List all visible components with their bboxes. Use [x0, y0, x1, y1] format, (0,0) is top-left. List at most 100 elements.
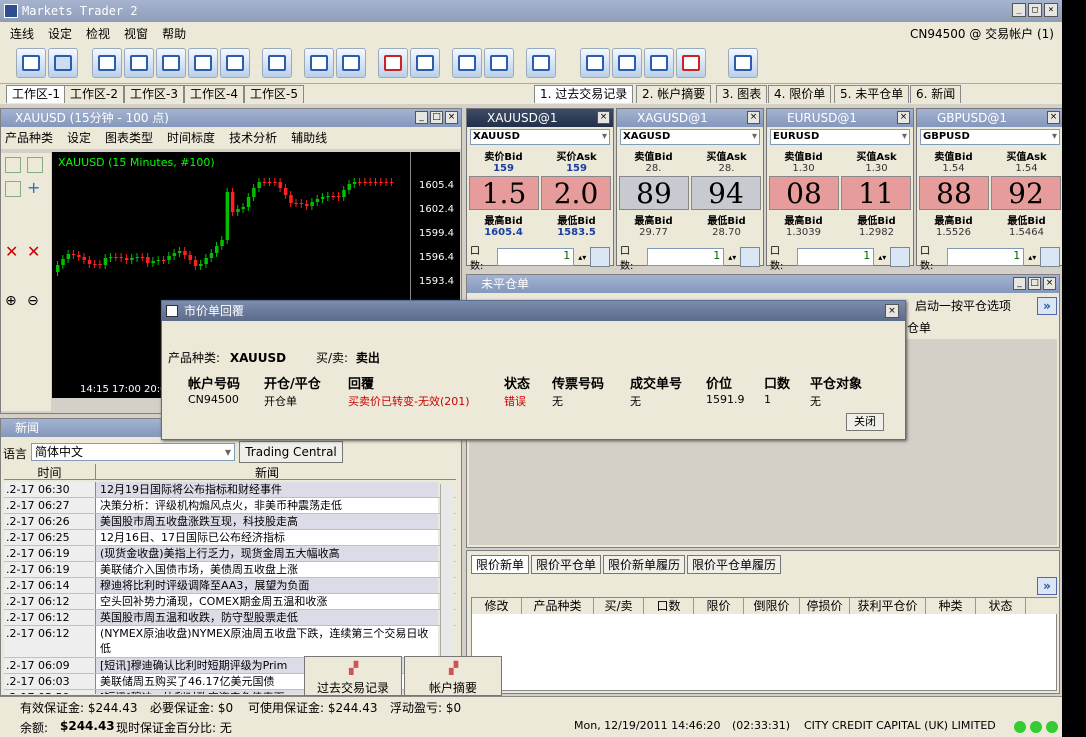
- news-row[interactable]: .2-17 06:30 12月19日国际将公布指标和财经事件: [4, 482, 456, 498]
- menu-view[interactable]: 检视: [86, 25, 110, 42]
- trade-history-float-button[interactable]: ▞ 过去交易记录: [304, 656, 402, 696]
- tab-account-summary[interactable]: 2. 帐户摘要: [636, 85, 712, 103]
- chart-icon[interactable]: [378, 48, 408, 78]
- sell-price-button[interactable]: 88: [919, 176, 989, 210]
- chart-close-button[interactable]: ×: [445, 111, 458, 124]
- buy-price-button[interactable]: 2.0: [541, 176, 611, 210]
- tab-trade-history[interactable]: 1. 过去交易记录: [534, 85, 634, 103]
- qty-input[interactable]: 1: [797, 248, 875, 266]
- quote-close-button[interactable]: ×: [897, 111, 910, 124]
- news-scrollbar[interactable]: [440, 484, 454, 684]
- tab-workspace-3[interactable]: 工作区-3: [124, 85, 184, 103]
- sell-price-button[interactable]: 89: [619, 176, 689, 210]
- menu-help[interactable]: 帮助: [162, 25, 186, 42]
- news-row[interactable]: .2-17 06:12 (NYMEX原油收盘)NYMEX原油周五收盘下跌，连续第三…: [4, 626, 456, 658]
- report-icon[interactable]: [410, 48, 440, 78]
- limit-col-header[interactable]: 口数: [644, 598, 694, 614]
- chart-shortcut-icon[interactable]: [740, 247, 761, 267]
- refresh-icon[interactable]: [262, 48, 292, 78]
- positions-minimize-button[interactable]: _: [1013, 277, 1026, 290]
- symbol-select[interactable]: EURUSD: [770, 129, 910, 145]
- sell-price-button[interactable]: 08: [769, 176, 839, 210]
- chart-shortcut-icon[interactable]: [590, 247, 611, 267]
- chart-shortcut-icon[interactable]: [1040, 247, 1061, 267]
- chart-menu-type[interactable]: 图表类型: [105, 127, 153, 149]
- qty-input[interactable]: 1: [947, 248, 1025, 266]
- calculator-icon[interactable]: [336, 48, 366, 78]
- minimize-button[interactable]: _: [1012, 3, 1026, 17]
- language-select[interactable]: 简体中文 ▾: [31, 443, 235, 461]
- tab-workspace-1[interactable]: 工作区-1: [6, 85, 66, 103]
- crosshair-icon[interactable]: +: [27, 180, 43, 197]
- bar-tool-icon[interactable]: [27, 157, 43, 173]
- close-all-icon[interactable]: [676, 48, 706, 78]
- list-icon[interactable]: [16, 48, 46, 78]
- limit-col-header[interactable]: 停损价: [800, 598, 850, 614]
- book-icon[interactable]: [92, 48, 122, 78]
- tab-limit-new[interactable]: 限价新单: [471, 555, 530, 574]
- positions-close-button[interactable]: ×: [1043, 277, 1056, 290]
- limit-col-header[interactable]: 倒限价: [744, 598, 800, 614]
- news-row[interactable]: .2-17 06:25 12月16日、17日国际已公布经济指标: [4, 530, 456, 546]
- trading-central-button[interactable]: Trading Central: [239, 441, 343, 463]
- news-row[interactable]: .2-17 06:14 穆迪将比利时评级调降至AA3，展望为负面: [4, 578, 456, 594]
- flag-icon[interactable]: [156, 48, 186, 78]
- limit-col-header[interactable]: 买/卖: [594, 598, 644, 614]
- qty-input[interactable]: 1: [647, 248, 725, 266]
- limit-col-header[interactable]: 获利平仓价: [850, 598, 926, 614]
- tab-workspace-2[interactable]: 工作区-2: [64, 85, 124, 103]
- tab-workspace-5[interactable]: 工作区-5: [244, 85, 304, 103]
- calc-ops-icon[interactable]: [526, 48, 556, 78]
- tab-limit-close-history[interactable]: 限价平仓单履历: [687, 555, 782, 574]
- news-row[interactable]: .2-17 06:12 空头回补势力涌现，COMEX期金周五温和收涨: [4, 594, 456, 610]
- dialog-close-button[interactable]: 关闭: [846, 413, 884, 431]
- chart-menu-lines[interactable]: 辅助线: [291, 127, 327, 149]
- buy-price-button[interactable]: 92: [991, 176, 1061, 210]
- quote-close-button[interactable]: ×: [1047, 111, 1060, 124]
- zoom-out-icon[interactable]: ⊖: [27, 293, 43, 309]
- zoom-in-icon[interactable]: ⊕: [5, 293, 21, 309]
- tools-icon[interactable]: [452, 48, 482, 78]
- quote-close-button[interactable]: ×: [597, 111, 610, 124]
- account-summary-float-button[interactable]: ▞ 帐户摘要: [404, 656, 502, 696]
- search-icon[interactable]: [728, 48, 758, 78]
- limit-col-header[interactable]: 状态: [976, 598, 1026, 614]
- minimize-all-icon[interactable]: [644, 48, 674, 78]
- close-button[interactable]: ×: [1044, 3, 1058, 17]
- maximize-button[interactable]: □: [1028, 3, 1042, 17]
- chart-maximize-button[interactable]: □: [430, 111, 443, 124]
- tab-workspace-4[interactable]: 工作区-4: [184, 85, 244, 103]
- news-row[interactable]: .2-17 06:12 英国股市周五温和收跌，防守型股票走低: [4, 610, 456, 626]
- qty-stepper-icon[interactable]: ▴▾: [878, 253, 886, 262]
- limit-expand-icon[interactable]: »: [1037, 577, 1057, 595]
- tab-news[interactable]: 6. 新闻: [910, 85, 962, 103]
- sell-price-button[interactable]: 1.5: [469, 176, 539, 210]
- signal-icon[interactable]: [484, 48, 514, 78]
- user-icon[interactable]: [220, 48, 250, 78]
- delete-icon[interactable]: ✕: [5, 244, 21, 261]
- news-row[interactable]: .2-17 06:26 美国股市周五收盘涨跌互现，科技股走高: [4, 514, 456, 530]
- symbol-select[interactable]: GBPUSD: [920, 129, 1060, 145]
- menu-settings[interactable]: 设定: [48, 25, 72, 42]
- chart-menu-timescale[interactable]: 时间标度: [167, 127, 215, 149]
- calendar-icon[interactable]: [124, 48, 154, 78]
- qty-stepper-icon[interactable]: ▴▾: [728, 253, 736, 262]
- price-board-icon[interactable]: [48, 48, 78, 78]
- limit-col-header[interactable]: 修改: [472, 598, 522, 614]
- symbol-select[interactable]: XAUUSD: [470, 129, 610, 145]
- limit-col-header[interactable]: 产品种类: [522, 598, 594, 614]
- qty-input[interactable]: 1: [497, 248, 575, 266]
- chart-menu-product[interactable]: 产品种类: [5, 127, 53, 149]
- news-row[interactable]: .2-17 06:19 (现货金收盘)美指上行乏力，现货金周五大幅收高: [4, 546, 456, 562]
- delete-all-icon[interactable]: ✕: [27, 244, 43, 261]
- edit-icon[interactable]: [304, 48, 334, 78]
- tab-open-positions[interactable]: 5. 未平仓单: [834, 85, 910, 103]
- chart-menu-settings[interactable]: 设定: [67, 127, 91, 149]
- layout-icon[interactable]: [580, 48, 610, 78]
- dialog-close-x-button[interactable]: ×: [885, 304, 899, 318]
- positions-maximize-button[interactable]: □: [1028, 277, 1041, 290]
- chart-menu-analysis[interactable]: 技术分析: [229, 127, 277, 149]
- expand-icon[interactable]: »: [1037, 297, 1057, 315]
- news-row[interactable]: .2-17 06:19 美联储介入国债市场，美债周五收盘上涨: [4, 562, 456, 578]
- hourglass-icon[interactable]: [188, 48, 218, 78]
